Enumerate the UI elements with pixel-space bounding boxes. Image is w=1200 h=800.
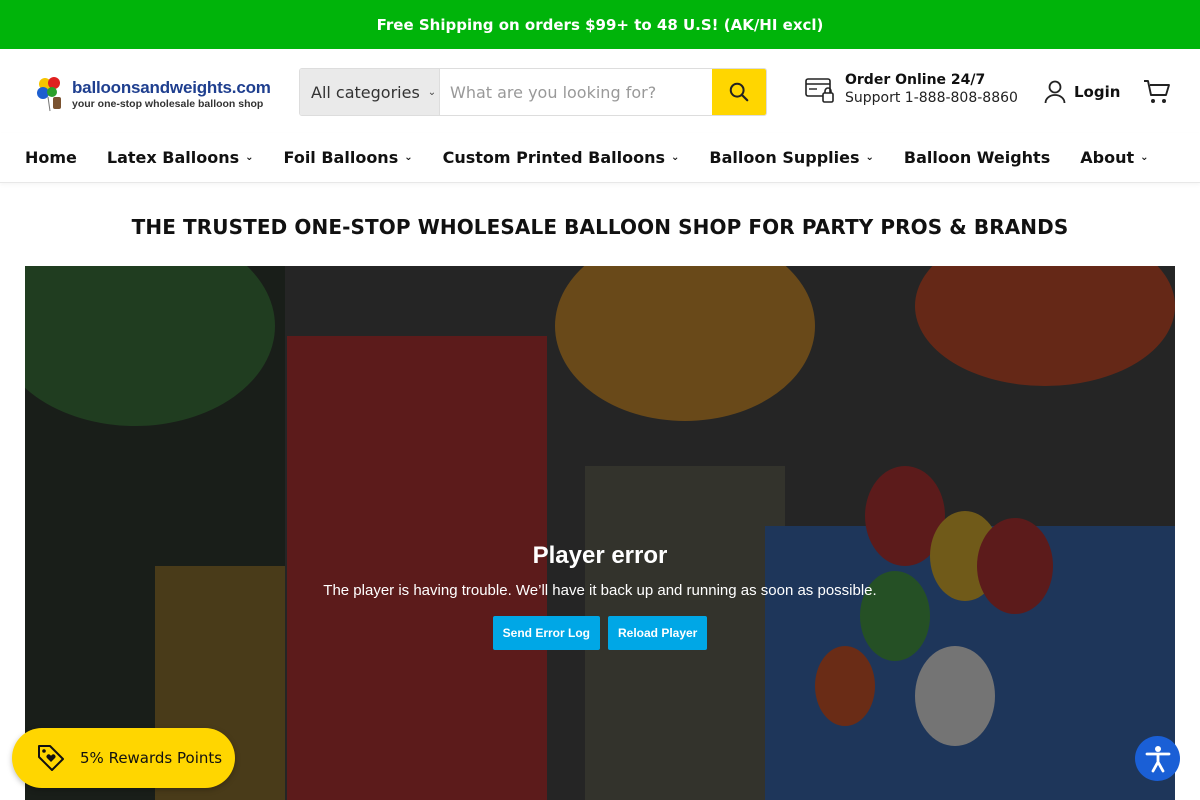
chevron-down-icon: ⌄ (245, 152, 254, 163)
nav-item-label: Balloon Supplies (709, 148, 860, 167)
video-dim-overlay (25, 266, 1175, 800)
nav-item-label: Foil Balloons (283, 148, 399, 167)
rewards-label: 5% Rewards Points (80, 749, 223, 767)
site-logo[interactable]: balloonsandweights.com your one-stop who… (36, 74, 271, 114)
order-online-info[interactable]: Order Online 24/7 Support 1-888-808-8860 (805, 72, 1018, 107)
support-phone: Support 1-888-808-8860 (845, 89, 1018, 106)
main-nav: Home Latex Balloons ⌄ Foil Balloons ⌄ Cust… (0, 133, 1200, 183)
tag-heart-icon (38, 745, 64, 771)
nav-item-custom-printed-balloons[interactable]: Custom Printed Balloons ⌄ (443, 148, 680, 167)
balloon-logo-icon (36, 75, 66, 113)
reload-player-button[interactable]: Reload Player (607, 616, 708, 650)
announcement-text: Free Shipping on orders $99+ to 48 U.S! … (376, 15, 824, 34)
chevron-down-icon: ⌄ (1140, 152, 1149, 163)
chevron-down-icon: ⌄ (865, 152, 874, 163)
search-bar: All categories ⌄ (299, 68, 767, 116)
login-link[interactable]: Login (1044, 80, 1120, 104)
search-category-label: All categories (311, 82, 420, 102)
cart-button[interactable] (1143, 79, 1171, 109)
nav-item-balloon-weights[interactable]: Balloon Weights (904, 148, 1050, 167)
page-headline: THE TRUSTED ONE-STOP WHOLESALE BALLOON S… (131, 215, 1069, 239)
order-online-title: Order Online 24/7 (845, 72, 986, 88)
nav-item-latex-balloons[interactable]: Latex Balloons ⌄ (107, 148, 254, 167)
login-label: Login (1074, 83, 1121, 101)
player-error-message: The player is having trouble. We’ll have… (323, 582, 877, 599)
user-icon (1044, 80, 1066, 104)
nav-item-label: Balloon Weights (903, 148, 1051, 167)
nav-item-label: Custom Printed Balloons (442, 148, 666, 167)
nav-item-home[interactable]: Home (25, 148, 77, 167)
chevron-down-icon: ⌄ (427, 86, 437, 98)
search-input[interactable] (440, 69, 712, 115)
accessibility-icon (1145, 745, 1170, 772)
announcement-bar: Free Shipping on orders $99+ to 48 U.S! … (0, 0, 1200, 49)
nav-item-foil-balloons[interactable]: Foil Balloons ⌄ (284, 148, 413, 167)
player-error-title: Player error (532, 542, 668, 569)
nav-item-label: Latex Balloons (106, 148, 240, 167)
search-button[interactable] (712, 69, 766, 115)
logo-tagline: your one-stop wholesale balloon shop (72, 97, 264, 110)
accessibility-button[interactable] (1135, 736, 1180, 781)
player-error-panel: Player error The player is having troubl… (25, 542, 1175, 650)
cart-icon (1144, 80, 1170, 103)
nav-item-label: Home (25, 148, 77, 167)
chevron-down-icon: ⌄ (671, 152, 680, 163)
search-icon (729, 82, 749, 102)
logo-name: balloonsandweights.com (72, 77, 271, 97)
rewards-launcher[interactable]: 5% Rewards Points (12, 728, 235, 788)
nav-item-about[interactable]: About ⌄ (1080, 148, 1148, 167)
video-player[interactable]: Player error The player is having troubl… (25, 266, 1175, 800)
search-category-select[interactable]: All categories ⌄ (300, 69, 440, 115)
chevron-down-icon: ⌄ (404, 152, 413, 163)
secure-card-icon (805, 77, 834, 103)
nav-item-balloon-supplies[interactable]: Balloon Supplies ⌄ (709, 148, 873, 167)
nav-item-label: About (1080, 148, 1135, 167)
site-header: balloonsandweights.com your one-stop who… (0, 49, 1200, 133)
send-error-log-button[interactable]: Send Error Log (492, 616, 600, 650)
